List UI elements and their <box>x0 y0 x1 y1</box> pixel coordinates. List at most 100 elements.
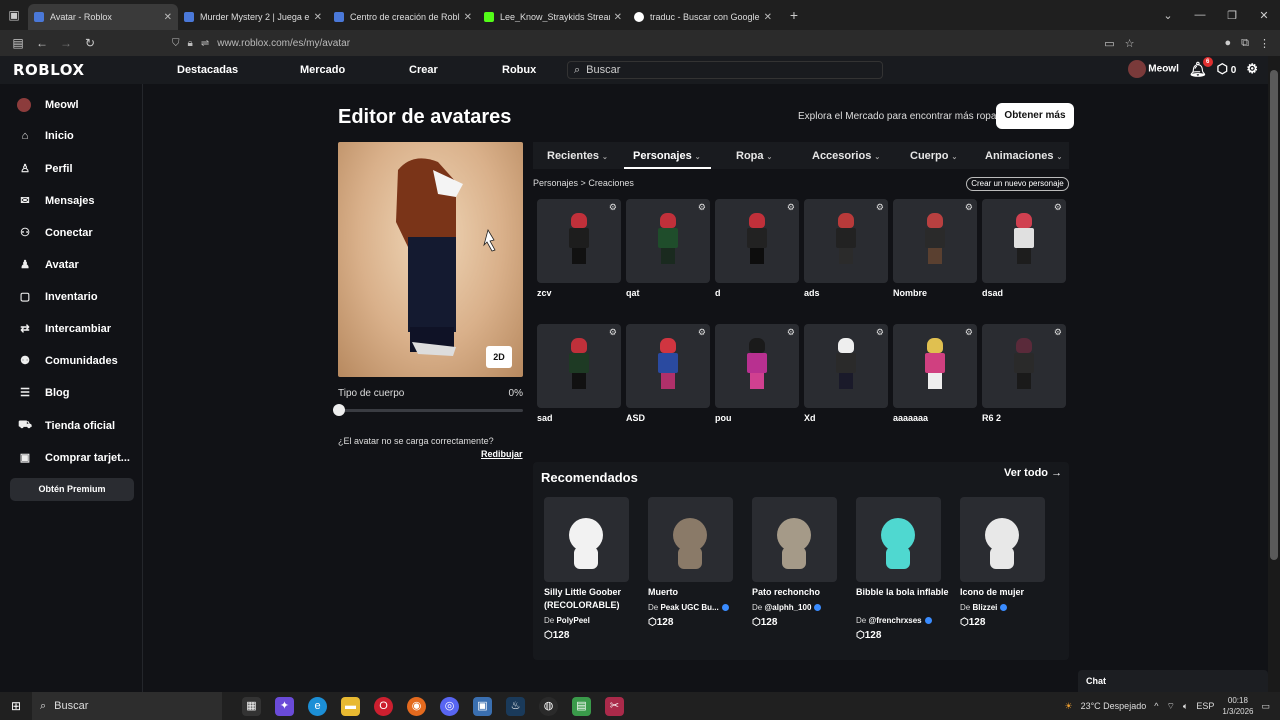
shield-icon[interactable]: ⛉ <box>172 38 180 49</box>
gear-icon[interactable]: ⚙ <box>698 327 706 338</box>
weather-icon[interactable]: ☀ <box>1064 701 1072 712</box>
recommended-item-card[interactable] <box>752 497 837 582</box>
sidebar-item-inventory[interactable]: ▢ Inventario <box>17 290 98 304</box>
notifications-bell-icon[interactable]: 🔔︎ 6 <box>1189 56 1213 78</box>
tab-list-chevron-icon[interactable]: ⌄ <box>1152 9 1184 22</box>
recommended-item-card[interactable] <box>856 497 941 582</box>
close-tab-icon[interactable]: ✕ <box>464 12 472 23</box>
recommended-item-name[interactable]: Silly Little Goober (RECOLORABLE) <box>544 586 640 612</box>
avatar-preview[interactable] <box>338 142 523 377</box>
sidebar-item-profile-name[interactable]: Meowl <box>17 98 79 112</box>
windows-start-icon[interactable]: ⊞ <box>0 699 32 713</box>
clock[interactable]: 00:18 1/3/2026 <box>1222 695 1253 717</box>
create-outfit-button[interactable]: Crear un nuevo personaje <box>966 177 1069 191</box>
outfit-card[interactable]: ⚙ <box>982 324 1066 408</box>
new-tab-icon[interactable]: + <box>782 7 806 23</box>
outfit-card[interactable]: ⚙ <box>626 324 710 408</box>
scrollbar-thumb[interactable] <box>1270 70 1278 560</box>
url-text[interactable]: www.roblox.com/es/my/avatar <box>217 38 350 49</box>
tab-characters[interactable]: Personajes ⌄ <box>633 150 701 162</box>
nav-link-robux[interactable]: Robux <box>502 64 536 76</box>
close-tab-icon[interactable]: ✕ <box>764 12 772 23</box>
sidebar-item-messages[interactable]: ✉ Mensajes <box>17 194 94 208</box>
firefox-icon[interactable]: ◉ <box>407 696 426 716</box>
control-panel-icon[interactable]: ▣ <box>473 696 492 716</box>
tab-clothing[interactable]: Ropa ⌄ <box>736 150 772 162</box>
recommended-item-name[interactable]: Pato rechoncho <box>752 586 848 599</box>
recommended-item-name[interactable]: Icono de mujer <box>960 586 1056 599</box>
recommended-item-creator[interactable]: De PolyPeel <box>544 616 590 625</box>
see-all-link[interactable]: Ver todo → <box>1004 467 1062 479</box>
recommended-item-card[interactable] <box>960 497 1045 582</box>
chat-widget[interactable]: Chat <box>1078 670 1268 692</box>
outfit-card[interactable]: ⚙ <box>715 324 799 408</box>
redraw-link[interactable]: Redibujar <box>481 449 523 459</box>
roblox-logo[interactable]: ROBLOX <box>13 61 85 79</box>
notification-center-icon[interactable]: ▭ <box>1261 701 1270 712</box>
outfit-card[interactable]: ⚙ <box>537 199 621 283</box>
tab-accessories[interactable]: Accesorios ⌄ <box>812 150 880 162</box>
body-type-slider-thumb[interactable] <box>333 404 345 416</box>
nav-link-featured[interactable]: Destacadas <box>177 64 238 76</box>
recommended-item-creator[interactable]: De @frenchrxses <box>856 616 932 625</box>
outfit-card[interactable]: ⚙ <box>804 324 888 408</box>
breadcrumb-root[interactable]: Personajes <box>533 178 578 188</box>
outfit-card[interactable]: ⚙ <box>893 199 977 283</box>
outfit-card[interactable]: ⚙ <box>982 199 1066 283</box>
discord-icon[interactable]: ◎ <box>440 696 459 716</box>
restore-icon[interactable]: ❐ <box>1216 9 1248 22</box>
tab-animations[interactable]: Animaciones ⌄ <box>985 150 1062 162</box>
get-premium-button[interactable]: Obtén Premium <box>10 478 134 501</box>
nav-link-create[interactable]: Crear <box>409 64 438 76</box>
extensions-icon[interactable]: ⧉ <box>1241 37 1249 50</box>
outfit-card[interactable]: ⚙ <box>893 324 977 408</box>
robux-balance[interactable]: ⬡ 0 <box>1217 61 1237 77</box>
bookmark-star-icon[interactable]: ☆ <box>1125 37 1135 50</box>
gear-icon[interactable]: ⚙ <box>965 202 973 213</box>
steam-icon[interactable]: ♨ <box>506 696 525 716</box>
toggle-2d-button[interactable]: 2D <box>486 346 512 368</box>
browser-tab[interactable]: Lee_Know_Straykids Stream - K ✕ <box>478 4 628 30</box>
gear-icon[interactable]: ⚙ <box>876 202 884 213</box>
site-info-icon[interactable]: ⇌ <box>201 38 209 49</box>
weather-text[interactable]: 23°C Despejado <box>1081 701 1147 711</box>
recommended-item-card[interactable] <box>544 497 629 582</box>
browser-tab[interactable]: Centro de creación de Roblox ✕ <box>328 4 478 30</box>
edge-icon[interactable]: e <box>308 696 327 716</box>
gear-icon[interactable]: ⚙ <box>965 327 973 338</box>
volume-icon[interactable]: 🔈︎ <box>1183 701 1188 712</box>
gear-icon[interactable]: ⚙ <box>1054 202 1062 213</box>
sidebar-item-avatar[interactable]: ♟ Avatar <box>17 258 79 272</box>
url-field[interactable]: ⛉ 🔒︎ ⇌ www.roblox.com/es/my/avatar <box>172 38 350 49</box>
recommended-item-card[interactable] <box>648 497 733 582</box>
reload-icon[interactable]: ↻ <box>78 36 102 50</box>
copilot-icon[interactable]: ✦ <box>275 696 294 716</box>
language-indicator[interactable]: ESP <box>1196 701 1214 711</box>
reader-icon[interactable]: ▭ <box>1104 37 1114 50</box>
sidebar-item-connect[interactable]: ⚇ Conectar <box>17 226 93 240</box>
outfit-card[interactable]: ⚙ <box>626 199 710 283</box>
sidebar-toggle-icon[interactable]: ▤ <box>6 36 30 50</box>
sidebar-item-blog[interactable]: ☰ Blog <box>17 386 69 400</box>
close-tab-icon[interactable]: ✕ <box>164 12 172 23</box>
lock-icon[interactable]: 🔒︎ <box>188 38 193 49</box>
get-more-button[interactable]: Obtener más <box>996 103 1074 129</box>
gear-icon[interactable]: ⚙ <box>787 202 795 213</box>
file-explorer-icon[interactable]: ▬ <box>341 696 360 716</box>
tab-recent[interactable]: Recientes ⌄ <box>547 150 608 162</box>
sidebar-item-trade[interactable]: ⇄ Intercambiar <box>17 322 111 336</box>
search-input[interactable]: ⌕ Buscar <box>567 61 883 79</box>
gear-icon[interactable]: ⚙ <box>787 327 795 338</box>
menu-icon[interactable]: ⋮ <box>1259 37 1270 50</box>
outfit-card[interactable]: ⚙ <box>715 199 799 283</box>
forward-icon[interactable]: → <box>54 36 78 50</box>
browser-tab[interactable]: traduc - Buscar con Google ✕ <box>628 4 778 30</box>
gear-icon[interactable]: ⚙ <box>698 202 706 213</box>
settings-gear-icon[interactable]: ⚙ <box>1246 61 1258 77</box>
recommended-item-name[interactable]: Muerto <box>648 586 744 599</box>
gear-icon[interactable]: ⚙ <box>876 327 884 338</box>
tab-body[interactable]: Cuerpo ⌄ <box>910 150 957 162</box>
nav-link-marketplace[interactable]: Mercado <box>300 64 345 76</box>
close-tab-icon[interactable]: ✕ <box>614 12 622 23</box>
taskbar-search[interactable]: ⌕ Buscar <box>32 692 222 720</box>
